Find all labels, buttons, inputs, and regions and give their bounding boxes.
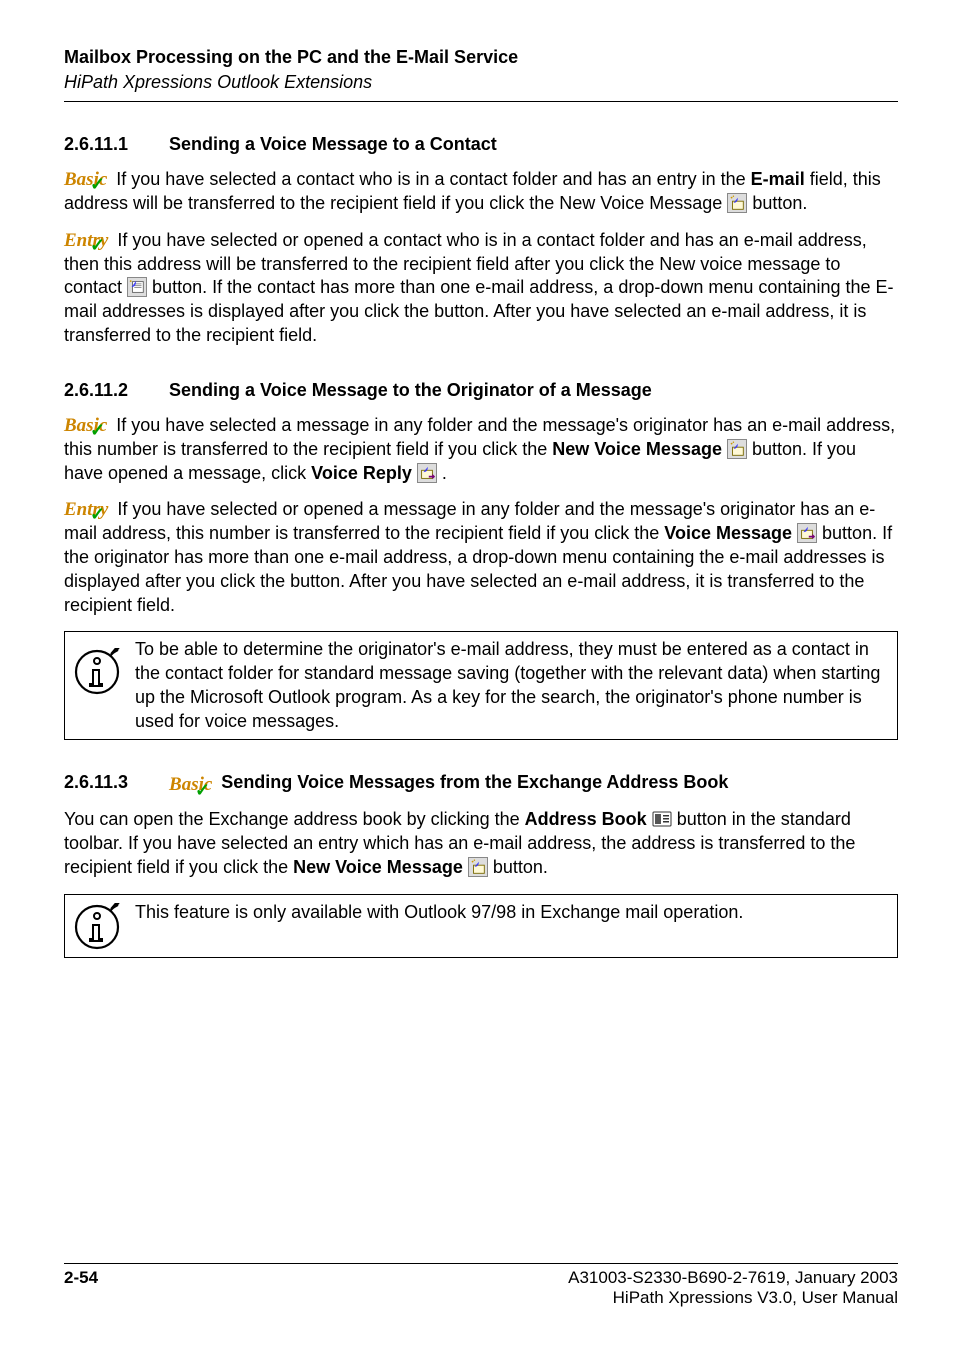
section-num-1: 2.6.11.1 [64, 134, 164, 155]
new-voice-message-icon [468, 857, 488, 877]
section-num-3: 2.6.11.3 [64, 772, 164, 793]
section-title-2: Sending a Voice Message to the Originato… [169, 380, 652, 400]
voice-reply-icon [797, 523, 817, 543]
s1-basic-para: Basic✓ If you have selected a contact wh… [64, 167, 898, 216]
page-title: Mailbox Processing on the PC and the E-M… [64, 46, 898, 69]
footer-product: HiPath Xpressions V3.0, User Manual [568, 1288, 898, 1308]
section-heading-1: 2.6.11.1 Sending a Voice Message to a Co… [64, 134, 898, 155]
footer-page-number: 2-54 [64, 1268, 98, 1308]
page-subtitle: HiPath Xpressions Outlook Extensions [64, 71, 898, 94]
section-heading-2: 2.6.11.2 Sending a Voice Message to the … [64, 380, 898, 401]
s1-entry-para: Entry✓ If you have selected or opened a … [64, 228, 898, 348]
section-title-3: Sending Voice Messages from the Exchange… [216, 772, 728, 792]
entry-label: Entry✓ [64, 497, 108, 522]
header-rule [64, 101, 898, 102]
note-text-2: This feature is only available with Outl… [135, 901, 743, 925]
page-footer: 2-54 A31003-S2330-B690-2-7619, January 2… [64, 1257, 898, 1308]
s2-entry-para: Entry✓ If you have selected or opened a … [64, 497, 898, 617]
note-box-2: This feature is only available with Outl… [64, 894, 898, 958]
address-book-icon [652, 811, 672, 827]
section-title-1: Sending a Voice Message to a Contact [169, 134, 497, 154]
section-heading-3: 2.6.11.3 Basic✓ Sending Voice Messages f… [64, 772, 898, 796]
basic-label: Basic✓ [64, 167, 107, 192]
info-icon [73, 903, 121, 951]
entry-label: Entry✓ [64, 228, 108, 253]
s3-para: You can open the Exchange address book b… [64, 808, 898, 879]
voice-reply-icon [417, 463, 437, 483]
s2-basic-para: Basic✓ If you have selected a message in… [64, 413, 898, 486]
voice-message-to-contact-icon [127, 277, 147, 297]
new-voice-message-icon [727, 439, 747, 459]
section-num-2: 2.6.11.2 [64, 380, 164, 401]
basic-label: Basic✓ [64, 413, 107, 438]
new-voice-message-icon [727, 193, 747, 213]
note-box-1: To be able to determine the originator's… [64, 631, 898, 740]
note-text-1: To be able to determine the originator's… [135, 638, 889, 733]
basic-label: Basic✓ [169, 774, 212, 796]
footer-rule [64, 1263, 898, 1264]
info-icon [73, 648, 121, 696]
footer-doc-id: A31003-S2330-B690-2-7619, January 2003 [568, 1268, 898, 1288]
